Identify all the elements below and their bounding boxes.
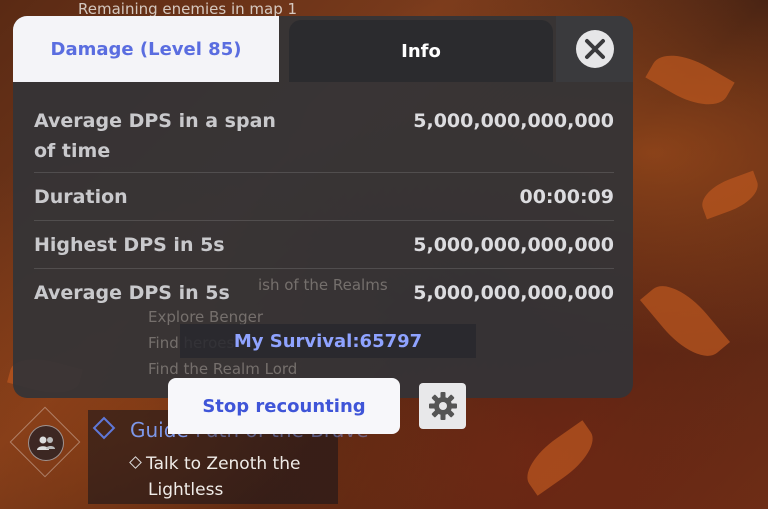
stat-row: Highest DPS in 5s 5,000,000,000,000 <box>34 224 614 269</box>
tab-info[interactable]: Info <box>289 20 553 82</box>
background-quest-text: Find the Realm Lord <box>148 360 298 378</box>
stat-value: 5,000,000,000,000 <box>413 234 614 256</box>
quest-step-bullet-icon <box>129 456 142 469</box>
stat-row: Duration 00:00:09 <box>34 176 614 221</box>
stat-value: 00:00:09 <box>519 186 614 208</box>
quest-step-text: Lightless <box>148 480 224 500</box>
quest-step-continued: Lightless <box>148 477 223 503</box>
close-icon <box>575 30 614 68</box>
stat-label: Average DPS in a span of time <box>34 110 276 162</box>
survival-score: My Survival:65797 <box>180 324 476 358</box>
stat-value: 5,000,000,000,000 <box>413 282 614 304</box>
tab-damage[interactable]: Damage (Level 85) <box>13 16 279 82</box>
quest-step-text: Talk to Zenoth the <box>146 454 301 474</box>
stat-row: Average DPS in 5s 5,000,000,000,000 <box>34 272 614 316</box>
settings-button[interactable] <box>419 383 466 429</box>
stat-label: Duration <box>34 186 128 208</box>
close-button[interactable] <box>556 16 633 82</box>
gear-icon <box>428 392 457 420</box>
stat-label: Highest DPS in 5s <box>34 234 225 256</box>
friends-button[interactable] <box>8 405 82 479</box>
stat-label: Average DPS in 5s <box>34 282 230 304</box>
quest-step: Talk to Zenoth the <box>129 451 301 477</box>
stop-recounting-button[interactable]: Stop recounting <box>168 378 400 434</box>
stat-value: 5,000,000,000,000 <box>413 110 614 132</box>
stat-row: Average DPS in a span of time 5,000,000,… <box>34 104 614 173</box>
friends-icon <box>28 425 64 461</box>
